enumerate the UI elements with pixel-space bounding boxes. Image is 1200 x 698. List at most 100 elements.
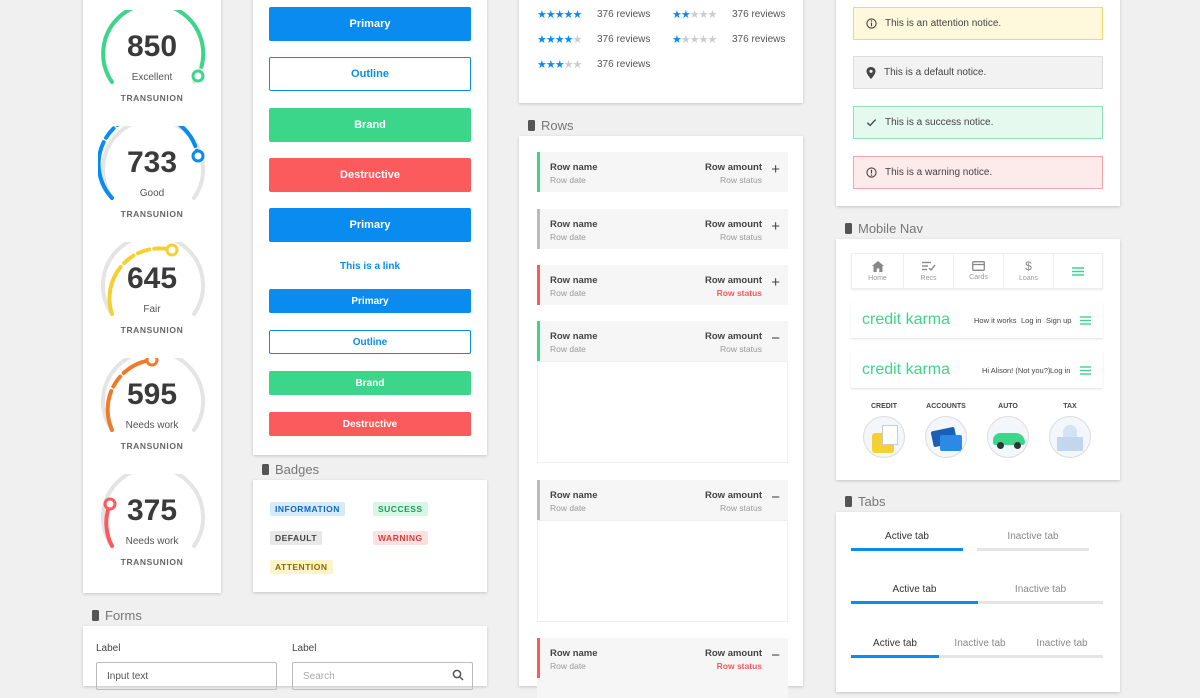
nav-tab-recs[interactable]: Recs	[904, 254, 954, 288]
collapse-icon[interactable]: −	[771, 490, 780, 505]
credit-karma-logo[interactable]: credit karma	[862, 361, 950, 379]
list-row-expanded[interactable]: Row name Row date Row amount Row status …	[537, 480, 788, 622]
badge-information: INFORMATION	[270, 502, 345, 516]
star-rating-3: ★★★★★	[537, 59, 582, 71]
hamburger-menu-icon[interactable]	[1080, 366, 1091, 375]
nav-tab-home[interactable]: Home	[852, 254, 904, 288]
credit-report-icon	[863, 416, 905, 458]
log-in-link[interactable]: Log in	[1021, 316, 1041, 325]
credit-karma-logo[interactable]: credit karma	[862, 311, 950, 329]
car-icon	[987, 416, 1029, 458]
credit-score-card: 850 Excellent TRANSUNION 733 Good TRANSU…	[83, 0, 221, 593]
collapse-icon[interactable]: −	[771, 331, 780, 346]
hamburger-menu-icon	[1072, 266, 1084, 276]
list-row[interactable]: Row name Row date Row amount Row status …	[537, 265, 788, 305]
score-gauge-excellent: 850 Excellent TRANSUNION	[83, 10, 221, 125]
expand-icon[interactable]: +	[771, 275, 780, 290]
score-label: Fair	[143, 304, 161, 315]
logged-in-header: credit karma Hi Alison! (Not you?) Log i…	[851, 352, 1103, 388]
inactive-tab[interactable]: Inactive tab	[978, 584, 1103, 595]
location-pin-icon	[866, 66, 876, 79]
search-icon	[452, 669, 464, 681]
list-row-expanded[interactable]: Row name Row date Row amount Row status …	[537, 321, 788, 463]
row-date: Row date	[550, 503, 586, 513]
expand-icon[interactable]: +	[771, 219, 780, 234]
notice-text: This is a success notice.	[885, 117, 994, 128]
collapse-icon[interactable]: −	[771, 648, 780, 663]
small-destructive-button[interactable]: Destructive	[269, 412, 471, 436]
active-tab[interactable]: Active tab	[851, 584, 978, 595]
notice-text: This is an attention notice.	[885, 18, 1002, 29]
primary-button-2[interactable]: Primary	[269, 208, 471, 242]
greeting-link[interactable]: Hi Alison! (Not you?)	[982, 366, 1050, 375]
inactive-tab[interactable]: Inactive tab	[1021, 638, 1103, 649]
list-row[interactable]: Row name Row date Row amount Row status …	[537, 209, 788, 249]
badge-warning: WARNING	[373, 531, 428, 545]
phone-icon	[845, 223, 852, 234]
dollar-icon: $	[1025, 258, 1032, 273]
home-icon	[871, 260, 884, 272]
row-amount: Row amount	[705, 648, 762, 659]
phone-icon	[92, 610, 99, 621]
list-row[interactable]: Row name Row date Row amount Row status …	[537, 152, 788, 192]
category-credit[interactable]: CREDIT	[860, 403, 908, 458]
reviews-card: ★★★★★ 376 reviews ★★★★★ 376 reviews ★★★★…	[519, 0, 803, 103]
active-tab[interactable]: Active tab	[851, 531, 963, 542]
phone-icon	[845, 496, 852, 507]
mobile-nav-section-title: Mobile Nav	[845, 221, 923, 236]
small-outline-button[interactable]: Outline	[269, 330, 471, 354]
text-input-value: Input text	[107, 671, 149, 682]
tabs-section-title: Tabs	[845, 494, 885, 509]
brand-button[interactable]: Brand	[269, 108, 471, 142]
text-input[interactable]: Input text	[96, 662, 277, 690]
small-brand-button[interactable]: Brand	[269, 371, 471, 395]
accounts-cards-icon	[925, 416, 967, 458]
badge-attention: ATTENTION	[270, 560, 333, 574]
star-rating-2: ★★★★★	[672, 9, 717, 21]
how-it-works-link[interactable]: How it works	[974, 316, 1017, 325]
list-row-expanded[interactable]: Row name Row date Row amount Row status …	[537, 638, 788, 698]
destructive-button[interactable]: Destructive	[269, 158, 471, 192]
input-label: Label	[96, 643, 121, 654]
expand-icon[interactable]: +	[771, 162, 780, 177]
nav-tab-label: Home	[868, 274, 887, 282]
log-in-link[interactable]: Log in	[1050, 366, 1070, 375]
nav-menu-button[interactable]	[1054, 254, 1102, 288]
nav-tab-label: Cards	[969, 274, 988, 281]
category-accounts[interactable]: ACCOUNTS	[922, 403, 970, 458]
forms-section-title: Forms	[92, 608, 142, 623]
text-link[interactable]: This is a link	[269, 258, 471, 274]
row-name: Row name	[550, 162, 598, 173]
sign-up-link[interactable]: Sign up	[1046, 316, 1071, 325]
row-date: Row date	[550, 175, 586, 185]
row-detail-panel	[537, 520, 788, 622]
category-label: CREDIT	[870, 403, 898, 410]
notices-card: This is an attention notice. This is a d…	[836, 0, 1120, 206]
nav-tab-label: Loans	[1018, 274, 1039, 282]
primary-button[interactable]: Primary	[269, 7, 471, 41]
row-name: Row name	[550, 490, 598, 501]
small-primary-button[interactable]: Primary	[269, 289, 471, 313]
row-detail-panel	[537, 361, 788, 463]
section-title-text: Rows	[541, 118, 574, 133]
inactive-tab[interactable]: Inactive tab	[939, 638, 1021, 649]
notice-text: This is a warning notice.	[885, 167, 993, 178]
inactive-tab[interactable]: Inactive tab	[977, 531, 1089, 542]
nav-tab-cards[interactable]: Cards	[954, 254, 1004, 288]
review-count: 376 reviews	[732, 9, 786, 20]
search-input[interactable]: Search	[292, 662, 473, 690]
logged-out-header: credit karma How it works Log in Sign up	[851, 302, 1103, 338]
outline-button[interactable]: Outline	[269, 57, 471, 91]
section-title-text: Tabs	[858, 494, 886, 509]
rows-card: Row name Row date Row amount Row status …	[519, 136, 803, 698]
review-count: 376 reviews	[597, 59, 651, 70]
row-date: Row date	[550, 232, 586, 242]
notice-text: This is a default notice.	[884, 67, 987, 78]
badge-success: SUCCESS	[373, 502, 428, 516]
category-tax[interactable]: TAX	[1046, 403, 1094, 458]
active-tab[interactable]: Active tab	[851, 638, 939, 649]
hamburger-menu-icon[interactable]	[1080, 316, 1091, 325]
section-title-text: Badges	[275, 462, 320, 477]
category-auto[interactable]: AUTO	[984, 403, 1032, 458]
nav-tab-loans[interactable]: $ Loans	[1004, 254, 1054, 288]
